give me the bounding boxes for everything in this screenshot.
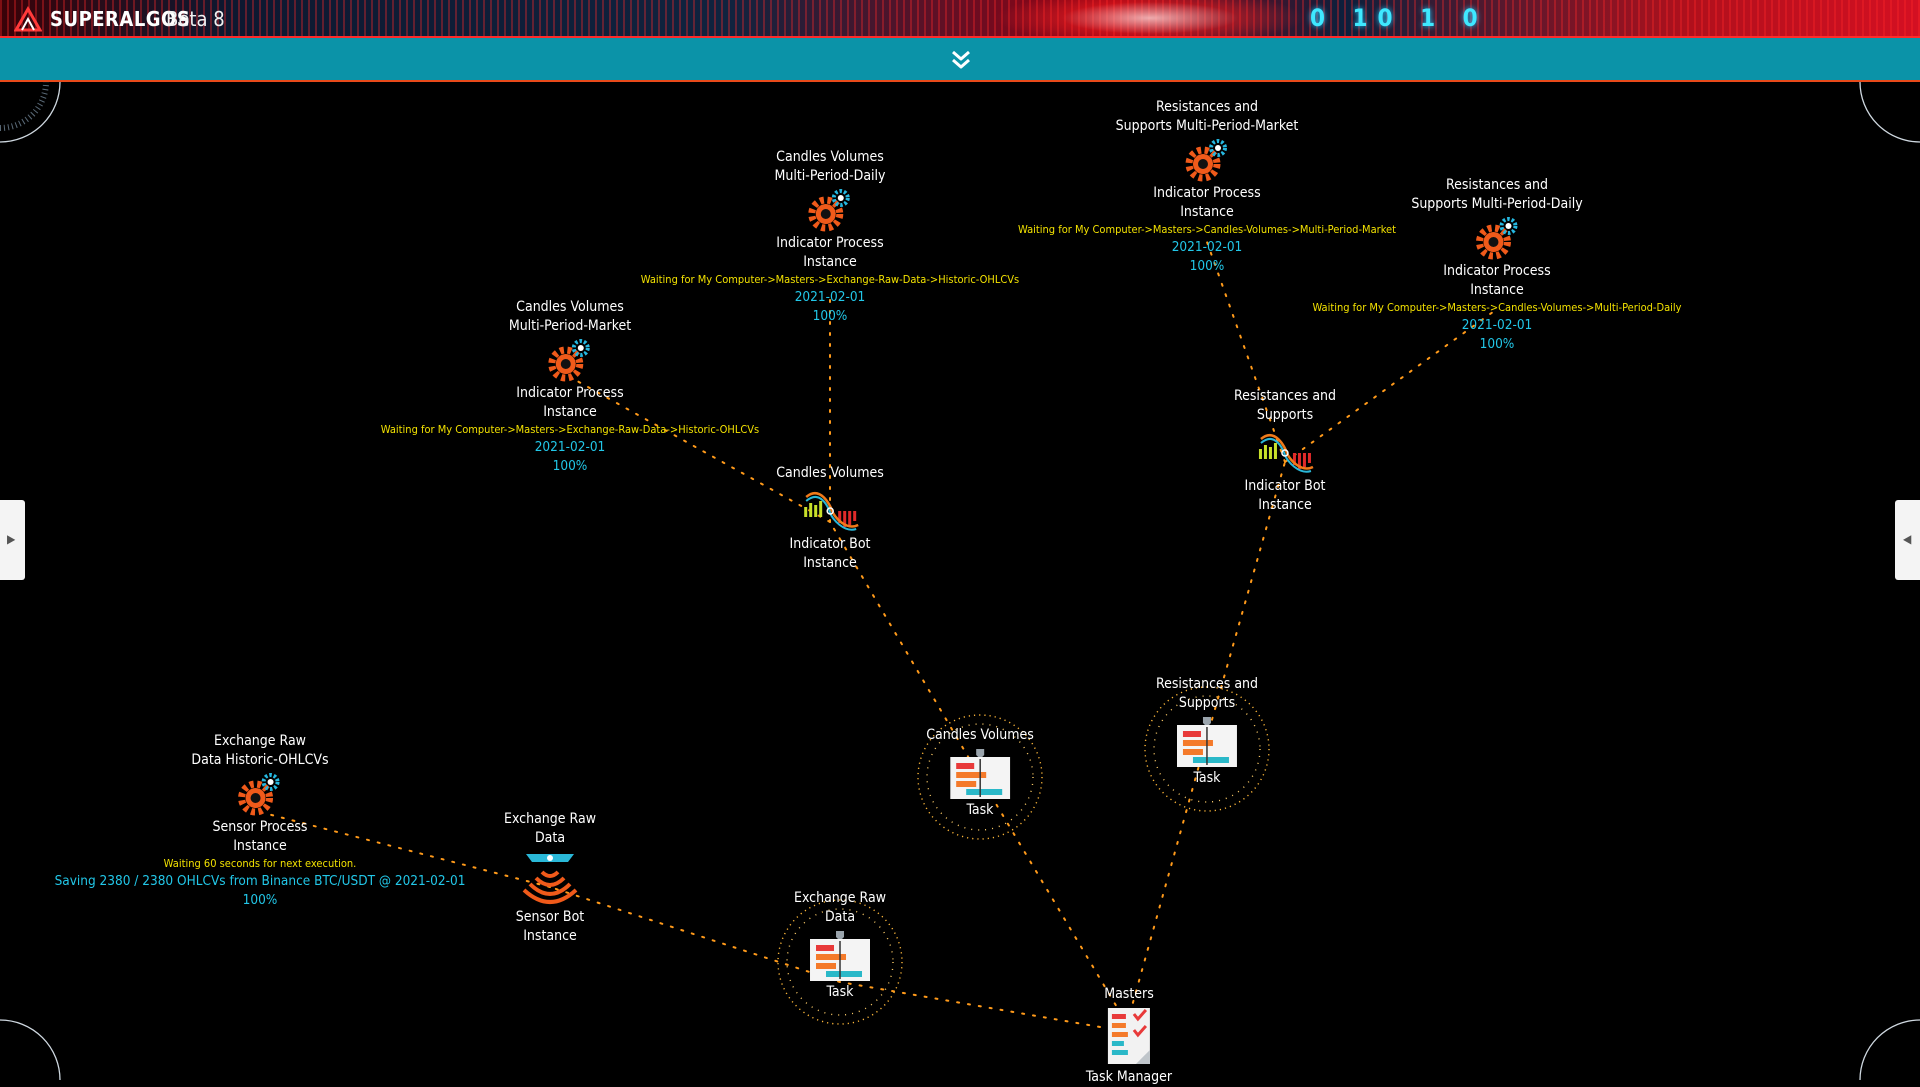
docking-bar	[0, 38, 1920, 82]
node-title: Candles Volumes	[776, 149, 884, 165]
node-type: Task	[826, 984, 854, 1000]
process-node-erd-historic-ohlcvs[interactable]: Exchange Raw Data Historic-OHLCVs Sensor…	[55, 732, 466, 910]
node-date: 2021-02-01	[534, 439, 606, 455]
node-title: Candles Volumes	[926, 727, 1034, 743]
corner-decoration-bl	[0, 1019, 61, 1080]
node-type: Indicator Process	[776, 235, 884, 251]
version-label: Beta 8	[166, 7, 225, 31]
node-type: Task Manager	[1085, 1069, 1173, 1085]
node-title: Supports	[1256, 407, 1314, 423]
corner-decoration-tl	[0, 82, 61, 143]
node-progress: 100%	[1479, 336, 1515, 352]
superalgos-logo-icon	[14, 6, 42, 32]
node-type: Indicator Bot	[789, 536, 871, 552]
node-title: Multi-Period-Market	[508, 318, 632, 334]
node-type: Instance	[543, 404, 597, 420]
corner-decoration-br	[1859, 1019, 1920, 1080]
node-title: Resistances and	[1445, 177, 1549, 193]
node-type: Instance	[233, 838, 287, 854]
node-title: Exchange Raw	[214, 733, 306, 749]
node-status: Waiting 60 seconds for next execution.	[163, 857, 357, 870]
node-title: Multi-Period-Daily	[774, 168, 886, 184]
node-progress: 100%	[552, 458, 588, 474]
node-date: 2021-02-01	[1461, 317, 1533, 333]
task-icon	[809, 931, 870, 981]
double-chevron-down-icon[interactable]	[948, 46, 974, 72]
node-type: Sensor Bot	[515, 909, 585, 925]
node-type: Sensor Process	[212, 819, 308, 835]
node-status: Waiting for My Computer->Masters->Exchan…	[640, 273, 1020, 286]
node-title: Candles Volumes	[516, 299, 624, 315]
task-icon	[950, 749, 1010, 799]
node-title: Masters	[1104, 986, 1154, 1002]
node-status: Waiting for My Computer->Masters->Candle…	[1312, 301, 1682, 314]
corner-decoration-tr	[1859, 82, 1920, 143]
indicator-chart-icon	[804, 492, 859, 531]
node-title: Exchange Raw	[794, 890, 886, 906]
node-type: Instance	[523, 928, 577, 944]
gear-icon	[548, 339, 590, 382]
task-icon	[1176, 717, 1237, 767]
node-type: Indicator Process	[516, 385, 624, 401]
node-status: Waiting for My Computer->Masters->Exchan…	[380, 423, 760, 436]
node-title: Supports Multi-Period-Market	[1115, 118, 1299, 134]
sensor-bot-node-erd[interactable]: Exchange Raw Data Sensor Bot Instance	[504, 810, 596, 946]
node-type: Indicator Process	[1443, 263, 1551, 279]
node-title: Candles Volumes	[776, 465, 884, 481]
node-title: Resistances and	[1233, 388, 1337, 404]
node-type: Task	[966, 802, 994, 818]
task-manager-node-masters[interactable]: Masters Task Manager	[1086, 985, 1172, 1087]
banner-digits: 0 10 1 0	[1310, 4, 1488, 32]
indicator-bot-node-rs[interactable]: Resistances and Supports Indicator Bot I…	[1234, 387, 1336, 515]
indicator-bot-node-cv[interactable]: Candles Volumes Indicator Bot Instance	[776, 464, 884, 573]
node-title: Exchange Raw	[504, 811, 596, 827]
node-title: Resistances and	[1155, 676, 1259, 692]
node-progress: 100%	[242, 892, 278, 908]
sensor-icon	[522, 854, 578, 904]
designer-canvas[interactable]: Resistances and Supports Multi-Period-Ma…	[0, 82, 1920, 1085]
node-info: Saving 2380 / 2380 OHLCVs from Binance B…	[54, 873, 466, 889]
node-type: Instance	[1470, 282, 1524, 298]
gear-icon	[1185, 139, 1227, 182]
task-manager-icon	[1107, 1008, 1150, 1064]
task-node-cv[interactable]: Candles Volumes Task	[926, 726, 1034, 820]
node-type: Indicator Bot	[1244, 478, 1326, 494]
process-node-cv-multi-period-market[interactable]: Candles Volumes Multi-Period-Market Indi…	[381, 298, 759, 476]
node-title: Data Historic-OHLCVs	[191, 752, 329, 768]
indicator-chart-icon	[1258, 434, 1314, 473]
gear-icon	[808, 189, 850, 232]
node-title: Supports Multi-Period-Daily	[1411, 196, 1583, 212]
task-node-erd[interactable]: Exchange Raw Data Task	[794, 889, 886, 1002]
task-node-rs[interactable]: Resistances and Supports Task	[1156, 675, 1258, 788]
node-title: Supports	[1178, 695, 1236, 711]
node-title: Data	[824, 909, 856, 925]
gear-icon	[238, 773, 280, 816]
process-node-rs-multi-period-daily[interactable]: Resistances and Supports Multi-Period-Da…	[1312, 176, 1681, 354]
gear-icon	[1475, 217, 1517, 260]
node-title: Data	[534, 830, 566, 846]
node-type: Instance	[1258, 497, 1312, 513]
node-type: Instance	[803, 254, 857, 270]
node-type: Instance	[803, 555, 857, 571]
app-header: SUPERALGOS Beta 8 0 10 1 0	[0, 0, 1920, 38]
node-type: Task	[1193, 770, 1221, 786]
node-title: Resistances and	[1155, 99, 1259, 115]
